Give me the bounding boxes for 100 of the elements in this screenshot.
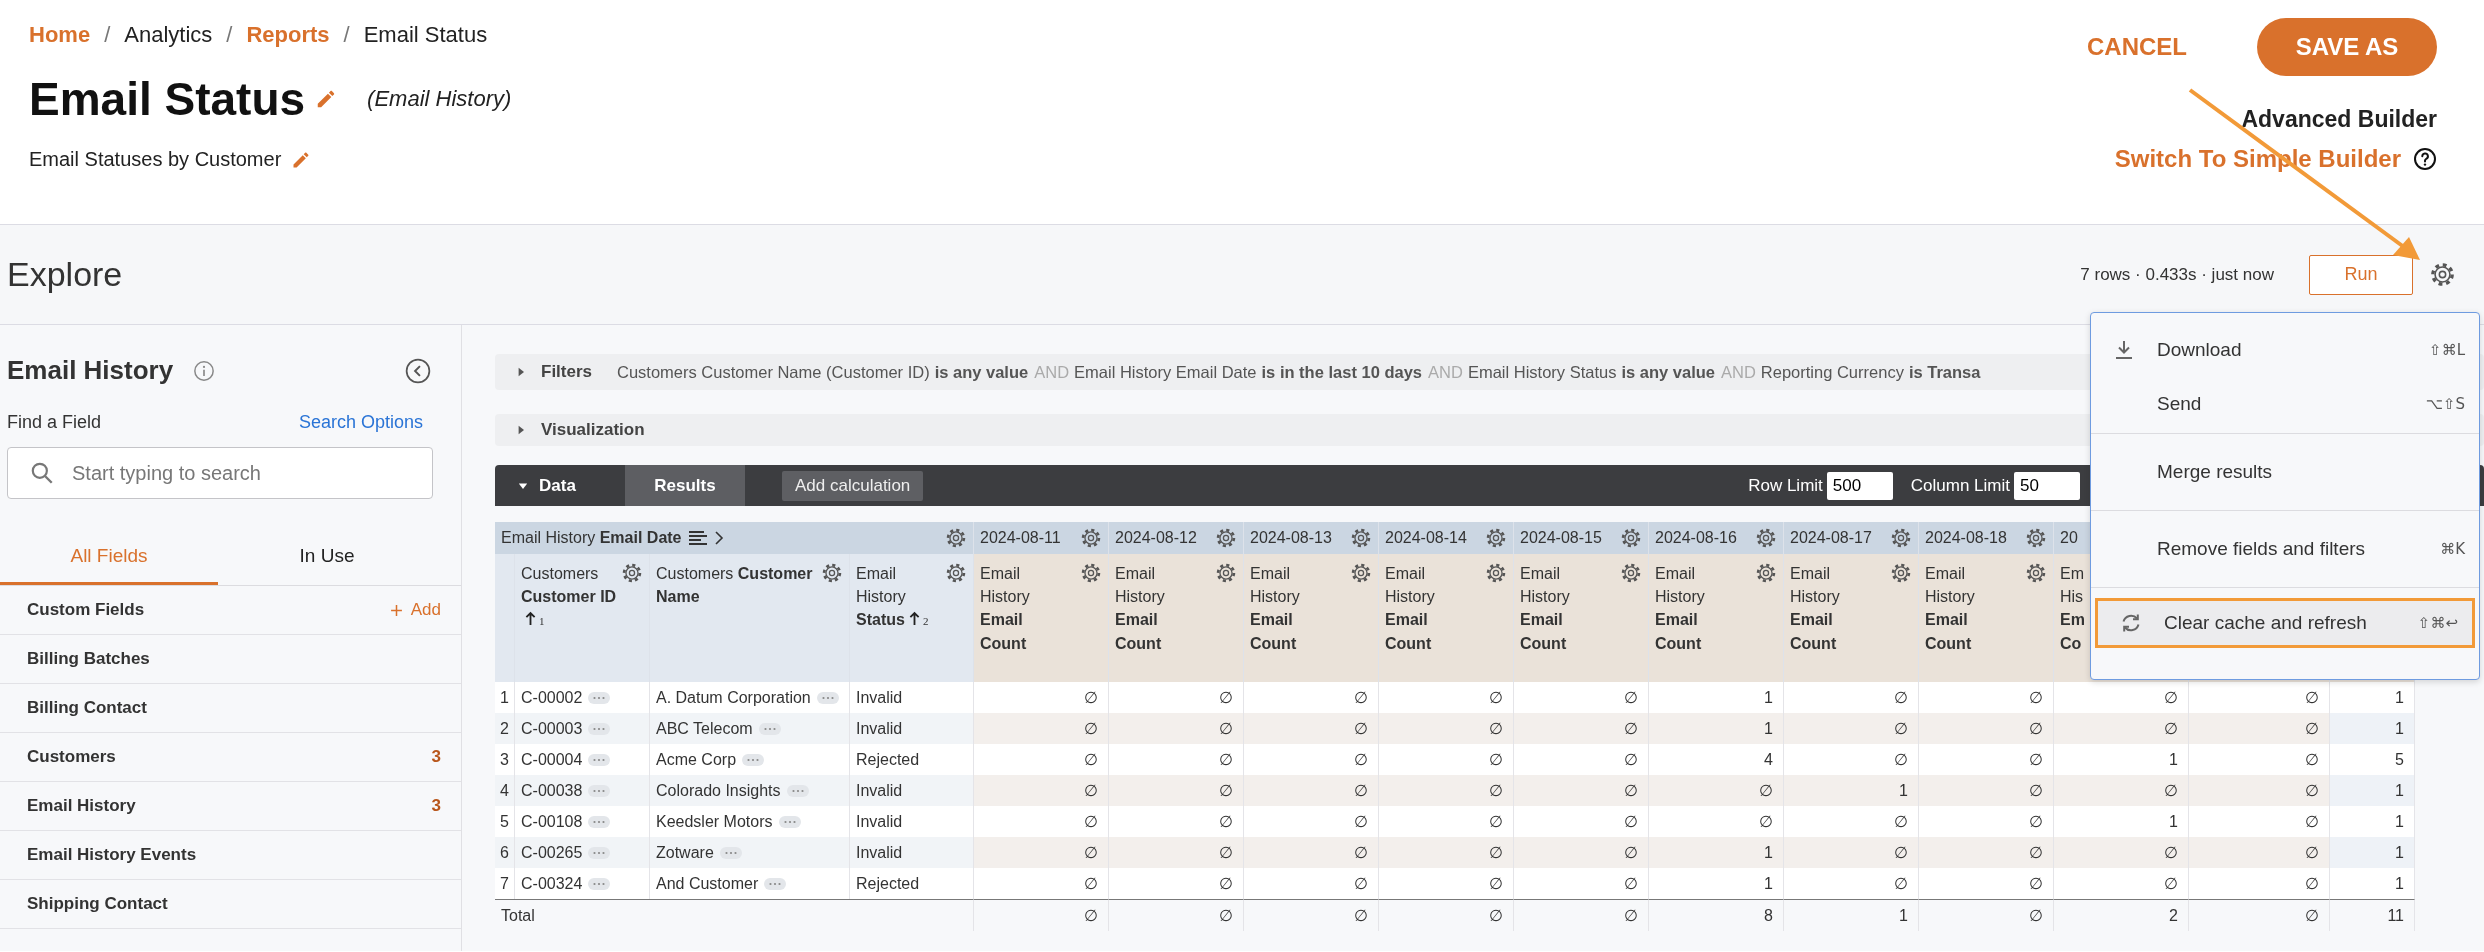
table-cell: ∅ (1624, 781, 1638, 800)
settings-icon[interactable] (821, 562, 843, 584)
more-icon[interactable] (588, 691, 611, 704)
settings-icon[interactable] (1215, 562, 1237, 584)
table-cell: ∅ (1219, 719, 1233, 738)
row-limit-field[interactable]: 500 (1826, 471, 1893, 500)
view-name[interactable]: Email History Events (27, 845, 197, 865)
pivot-icon[interactable] (687, 530, 708, 546)
more-icon[interactable] (719, 846, 742, 859)
chevron-right-icon[interactable] (713, 530, 724, 546)
search-field[interactable]: Start typing to search (7, 447, 433, 499)
more-icon[interactable] (588, 753, 611, 766)
data-label[interactable]: Data (539, 475, 576, 496)
table-cell: ∅ (1354, 688, 1368, 707)
column-header: 2024-08-14 (1385, 529, 1467, 547)
view-name[interactable]: Custom Fields (27, 600, 145, 620)
settings-icon[interactable] (1755, 562, 1777, 584)
settings-icon[interactable] (1350, 562, 1372, 584)
keyboard-shortcut: ⌘K (2440, 540, 2465, 558)
column-header: 2024-08-13 (1250, 529, 1332, 547)
more-icon[interactable] (778, 815, 801, 828)
more-icon[interactable] (742, 753, 765, 766)
table-cell: Zotware (656, 843, 714, 862)
add-calculation-button[interactable]: Add calculation (782, 470, 924, 501)
collapse-icon[interactable] (405, 357, 431, 384)
menu-item[interactable]: Download ⇧⌘L (2091, 323, 2479, 377)
settings-icon[interactable] (1755, 527, 1777, 549)
column-header: Email History Email Count (1655, 564, 1705, 654)
table-cell: ∅ (2305, 812, 2319, 831)
column-limit-field[interactable]: 50 (2014, 471, 2080, 500)
sort-order: 2 (922, 615, 929, 628)
settings-icon[interactable] (1080, 527, 1102, 549)
table-cell: ∅ (2305, 843, 2319, 862)
menu-item[interactable]: Remove fields and filters ⌘K (2091, 513, 2479, 585)
settings-icon[interactable] (1485, 527, 1507, 549)
settings-icon[interactable] (1485, 562, 1507, 584)
help-icon[interactable] (2413, 147, 2437, 171)
results-tab[interactable]: Results (625, 465, 745, 506)
keyboard-shortcut: ⌥⇧S (2425, 395, 2465, 413)
table-cell: ∅ (2029, 750, 2043, 769)
table-cell: ∅ (1354, 781, 1368, 800)
settings-icon[interactable] (1080, 562, 1102, 584)
settings-icon[interactable] (945, 562, 967, 584)
more-icon[interactable] (786, 784, 809, 797)
row-number: 1 (500, 688, 509, 707)
more-icon[interactable] (764, 877, 787, 890)
field-tab[interactable]: In Use (218, 529, 436, 585)
settings-icon[interactable] (2025, 527, 2047, 549)
view-name[interactable]: Customers (27, 747, 116, 767)
settings-icon[interactable] (1350, 527, 1372, 549)
table-cell: 1 (2395, 719, 2404, 738)
table-cell: Invalid (856, 812, 903, 831)
view-name[interactable]: Billing Batches (27, 649, 150, 669)
table-cell: 1 (2169, 750, 2178, 769)
table-cell: Rejected (856, 750, 920, 769)
more-icon[interactable] (816, 691, 839, 704)
table-cell: 1 (2395, 843, 2404, 862)
filters-label[interactable]: Filters (541, 362, 609, 382)
view-name[interactable]: Billing Contact (27, 698, 147, 718)
menu-item[interactable]: Send ⌥⇧S (2091, 377, 2479, 431)
search-options-link[interactable]: Search Options (298, 412, 423, 433)
more-icon[interactable] (588, 846, 611, 859)
sort-ascending-icon[interactable] (525, 611, 536, 627)
settings-icon[interactable] (1620, 562, 1642, 584)
row-number: 3 (500, 750, 509, 769)
settings-icon[interactable] (2025, 562, 2047, 584)
settings-icon[interactable] (1215, 527, 1237, 549)
settings-icon[interactable] (1890, 527, 1912, 549)
table-cell: ∅ (2029, 843, 2043, 862)
sort-ascending-icon[interactable] (908, 611, 920, 627)
row-number: 6 (500, 843, 509, 862)
more-icon[interactable] (588, 722, 611, 735)
more-icon[interactable] (588, 784, 611, 797)
row-number: 5 (500, 812, 509, 831)
view-name[interactable]: Email History (27, 796, 136, 816)
view-name[interactable]: Shipping Contact (27, 894, 168, 914)
settings-icon[interactable] (1890, 562, 1912, 584)
settings-icon[interactable] (1620, 527, 1642, 549)
table-cell: ABC Telecom (656, 719, 753, 738)
visualization-label[interactable]: Visualization (541, 420, 645, 440)
table-cell: ∅ (1219, 906, 1233, 925)
more-icon[interactable] (758, 722, 781, 735)
menu-item[interactable]: Merge results (2091, 436, 2479, 508)
table-cell: ∅ (1894, 719, 1908, 738)
total-label: Total (501, 906, 535, 925)
table-cell: 1 (2395, 812, 2404, 831)
settings-icon[interactable] (945, 527, 967, 549)
table-cell: ∅ (1489, 688, 1503, 707)
builder-mode-label: Advanced Builder (2241, 106, 2437, 133)
menu-item[interactable]: Clear cache and refresh ⇧⌘↩ (2095, 598, 2475, 648)
table-cell: 1 (2395, 781, 2404, 800)
settings-icon[interactable] (621, 562, 643, 584)
table-cell: C-00003 (521, 719, 583, 738)
column-header: Em His Em Co (2060, 564, 2085, 654)
info-icon[interactable] (193, 359, 216, 382)
settings-icon[interactable] (2429, 261, 2456, 288)
column-header: 2024-08-16 (1655, 529, 1737, 547)
table-cell: Colorado Insights (656, 781, 781, 800)
more-icon[interactable] (588, 877, 611, 890)
more-icon[interactable] (588, 815, 611, 828)
